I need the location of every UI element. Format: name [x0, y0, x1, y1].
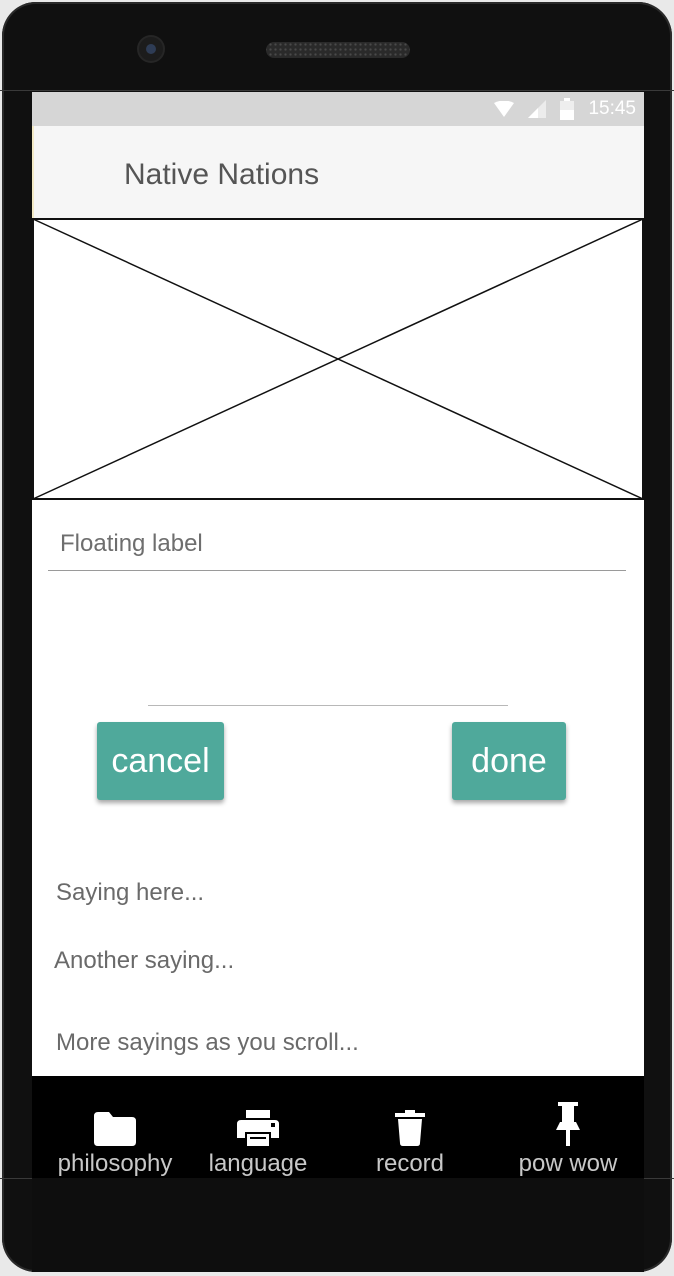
trash-icon	[395, 1110, 425, 1146]
nav-item-philosophy[interactable]: philosophy	[44, 1076, 186, 1178]
wifi-icon	[494, 101, 515, 117]
saying-item: More sayings as you scroll...	[56, 1029, 359, 1056]
screen: 15:45 Native Nations Floating label canc…	[32, 92, 644, 1178]
signal-icon	[528, 100, 547, 118]
pin-icon	[556, 1102, 580, 1146]
status-time: 15:45	[588, 98, 636, 119]
input-underline	[48, 570, 626, 571]
nav-label: language	[208, 1150, 308, 1177]
cancel-button[interactable]: cancel	[97, 722, 224, 800]
frame-divider-top	[0, 90, 674, 91]
folder-icon	[94, 1112, 136, 1146]
status-bar: 15:45	[32, 92, 644, 126]
nav-label: record	[375, 1150, 445, 1177]
saying-item: Another saying...	[54, 947, 235, 974]
earpiece-speaker	[266, 42, 410, 58]
divider	[148, 705, 508, 706]
battery-icon	[560, 98, 575, 120]
nav-item-pow-wow[interactable]: pow wow	[502, 1076, 634, 1178]
app-bar: Native Nations	[32, 126, 644, 218]
bottom-navigation: philosophy language record pow wow	[32, 1076, 644, 1178]
app-title: Native Nations	[124, 158, 320, 191]
done-button[interactable]: done	[452, 722, 566, 800]
phone-chin	[32, 1178, 644, 1272]
floating-label-input[interactable]: Floating label	[60, 530, 203, 558]
saying-item: Saying here...	[56, 879, 205, 906]
printer-icon	[237, 1110, 279, 1146]
front-camera	[139, 37, 163, 61]
nav-item-language[interactable]: language	[190, 1076, 326, 1178]
nav-item-record[interactable]: record	[344, 1076, 476, 1178]
image-placeholder	[32, 218, 644, 500]
nav-label: philosophy	[57, 1150, 173, 1177]
nav-label: pow wow	[518, 1150, 618, 1177]
